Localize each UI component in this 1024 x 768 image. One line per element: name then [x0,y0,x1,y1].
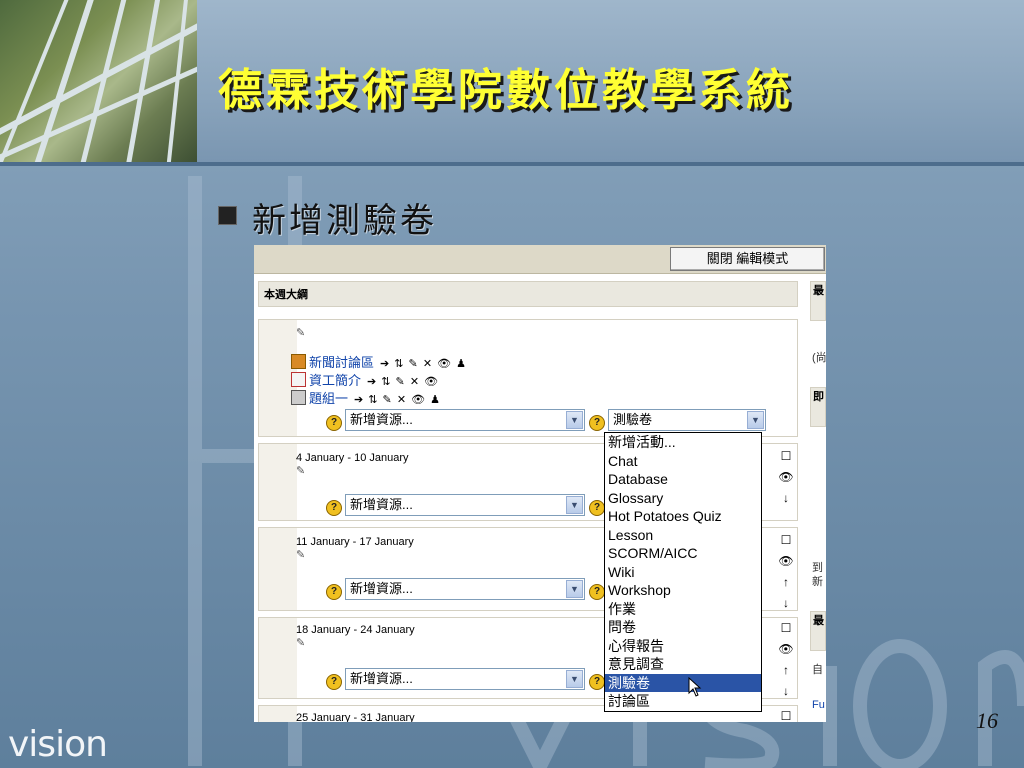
dropdown-option[interactable]: Hot Potatoes Quiz [605,507,761,526]
week-tools[interactable]: ☐ 👁 ↑ ↓ [777,618,795,702]
week-tools[interactable]: ☐ 👁 ↑ ↓ [777,530,795,614]
dropdown-option[interactable]: Glossary [605,489,761,508]
edit-summary-icon[interactable]: ✎ [296,326,305,339]
week-date: 25 January - 31 January [296,712,415,722]
chevron-down-icon[interactable]: ▼ [566,411,583,429]
activity-controls[interactable]: ➔ ⇅ ✎ ✕ 👁 ♟ [354,394,441,406]
help-icon[interactable]: ? [326,584,342,600]
dropdown-option[interactable]: SCORM/AICC [605,544,761,563]
topic-section-0: ✎ 新聞討論區 ➔ ⇅ ✎ ✕ 👁 ♟ 資工簡介 ➔ ⇅ ✎ ✕ 👁 題組一 ➔ ⇅ … [258,319,798,437]
help-icon[interactable]: ? [589,584,605,600]
bullet-square [218,206,237,225]
week-date: 4 January - 10 January [296,452,409,464]
section-side-strip [259,444,297,520]
dropdown-option[interactable]: Database [605,470,761,489]
dropdown-option[interactable]: 問卷 [605,618,761,637]
moodle-topbar: 關閉 編輯模式 [254,245,826,274]
help-icon[interactable]: ? [326,500,342,516]
activity-forum[interactable]: 新聞討論區 ➔ ⇅ ✎ ✕ 👁 ♟ [291,352,467,371]
resource-icon [291,372,306,387]
section-side-strip [259,528,297,610]
dropdown-option[interactable]: 討論區 [605,692,761,711]
activity-label[interactable]: 資工簡介 [309,373,361,388]
toggle-edit-mode-button[interactable]: 關閉 編輯模式 [670,247,825,271]
activity-quiz[interactable]: 題組一 ➔ ⇅ ✎ ✕ 👁 ♟ [291,388,441,407]
side-block-header: 即 [810,387,826,427]
add-resource-value: 新增資源... [350,671,413,686]
add-resource-value: 新增資源... [350,412,413,427]
dropdown-option[interactable]: 意見調查 [605,655,761,674]
chevron-down-icon[interactable]: ▼ [566,496,583,514]
dropdown-option[interactable]: Lesson [605,526,761,545]
moodle-screenshot: 關閉 編輯模式 本週大綱 ✎ 新聞討論區 ➔ ⇅ ✎ ✕ 👁 ♟ 資工簡介 ➔ ⇅ … [254,245,826,722]
add-resource-select[interactable]: 新增資源... ▼ [345,578,585,600]
side-block-header: 最 [810,281,826,321]
activity-controls[interactable]: ➔ ⇅ ✎ ✕ 👁 ♟ [380,358,467,370]
slide-title: 德霖技術學院數位教學系統 [218,65,794,116]
dropdown-option[interactable]: Wiki [605,563,761,582]
help-icon[interactable]: ? [326,674,342,690]
page-number: 16 [976,708,998,733]
help-icon[interactable]: ? [589,500,605,516]
edit-summary-icon[interactable]: ✎ [296,548,305,561]
add-activity-value: 測驗卷 [613,412,653,427]
side-blocks: 最 (尚 即 到 新 最 自 Fu [810,281,826,722]
dropdown-option[interactable]: 心得報告 [605,637,761,656]
side-block-header: 最 [810,611,826,651]
side-text: 自 [812,664,823,676]
section-side-strip [259,706,297,722]
dropdown-option[interactable]: Workshop [605,581,761,600]
quiz-icon [291,390,306,405]
forum-icon [291,354,306,369]
mouse-cursor-icon [688,677,702,697]
side-text[interactable]: 新 [812,573,823,589]
help-icon[interactable]: ? [589,415,605,431]
week-tools[interactable]: ☐ [777,706,795,722]
header-separator [0,162,1024,166]
activity-resource[interactable]: 資工簡介 ➔ ⇅ ✎ ✕ 👁 [291,370,439,389]
bullet-text: 新增測驗卷 [252,201,437,241]
help-icon[interactable]: ? [326,415,342,431]
dropdown-option[interactable]: 新增活動... [605,433,761,452]
activity-dropdown-list[interactable]: 新增活動... Chat Database Glossary Hot Potat… [604,432,762,712]
week-date: 11 January - 17 January [296,536,414,548]
add-resource-value: 新增資源... [350,497,413,512]
add-resource-value: 新增資源... [350,581,413,596]
section-side-strip [259,618,297,698]
dropdown-option[interactable]: Chat [605,452,761,471]
week-date: 18 January - 24 January [296,624,415,636]
chevron-down-icon[interactable]: ▼ [747,411,764,429]
activity-controls[interactable]: ➔ ⇅ ✎ ✕ 👁 [367,376,439,388]
side-text: (尚 [812,352,826,364]
activity-label[interactable]: 題組一 [309,391,348,406]
chevron-down-icon[interactable]: ▼ [566,670,583,688]
add-resource-select[interactable]: 新增資源... ▼ [345,409,585,431]
edit-summary-icon[interactable]: ✎ [296,464,305,477]
week-tools[interactable]: ☐ 👁 ↓ [777,446,795,509]
edit-summary-icon[interactable]: ✎ [296,636,305,649]
dropdown-option[interactable]: 作業 [605,600,761,619]
activity-label[interactable]: 新聞討論區 [309,355,374,370]
weekly-outline-heading: 本週大綱 [258,281,798,307]
help-icon[interactable]: ? [589,674,605,690]
vision-logo: vision [8,724,108,765]
add-activity-select[interactable]: 測驗卷 ▼ [608,409,766,431]
chevron-down-icon[interactable]: ▼ [566,580,583,598]
add-resource-select[interactable]: 新增資源... ▼ [345,494,585,516]
dropdown-option-selected[interactable]: 測驗卷 [605,673,761,692]
add-resource-select[interactable]: 新增資源... ▼ [345,668,585,690]
side-text[interactable]: Fu [812,699,825,711]
bridge-photo [0,0,197,162]
